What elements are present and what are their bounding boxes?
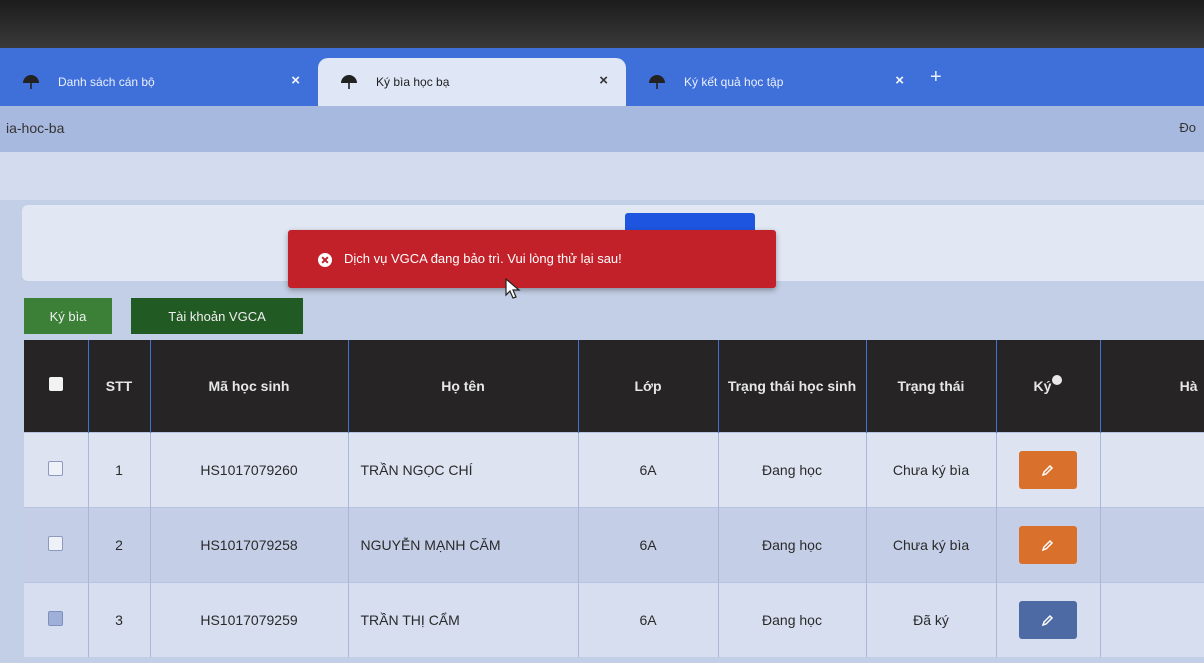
cell-stt: 2 bbox=[88, 507, 151, 583]
browser-tab-bar: Danh sách cán bộ × Ký bìa học bạ × Ký kế… bbox=[0, 48, 1204, 106]
address-bar[interactable]: ia-hoc-ba Đo bbox=[0, 106, 1204, 152]
cell-sign bbox=[996, 582, 1101, 657]
students-table: STT Mã học sinh Họ tên Lớp Trạng thái họ… bbox=[24, 340, 1204, 657]
row-checkbox[interactable] bbox=[48, 461, 64, 476]
table-header-row: STT Mã học sinh Họ tên Lớp Trạng thái họ… bbox=[24, 340, 1204, 433]
row-checkbox[interactable] bbox=[48, 536, 64, 551]
tab-ky-ket-qua-hoc-tap[interactable]: Ký kết quả học tập × bbox=[626, 58, 922, 106]
tab-label: Danh sách cán bộ bbox=[58, 75, 155, 89]
table-row: 2 HS1017079258 NGUYỄN MẠNH CĂM 6A Đang h… bbox=[24, 507, 1204, 583]
error-toast: Dịch vụ VGCA đang bảo trì. Vui lòng thử … bbox=[288, 230, 776, 288]
table-row: 3 HS1017079259 TRẦN THỊ CẨM 6A Đang học … bbox=[24, 582, 1204, 657]
cell-name: TRẦN THỊ CẨM bbox=[348, 582, 579, 657]
cell-student-status: Đang học bbox=[718, 507, 867, 583]
cell-status: Chưa ký bìa bbox=[866, 432, 997, 508]
header-class: Lớp bbox=[578, 340, 719, 433]
monitor-bezel bbox=[0, 0, 1204, 48]
cell-status: Đã ký bbox=[866, 582, 997, 657]
info-icon[interactable] bbox=[1052, 375, 1063, 386]
cell-class: 6A bbox=[578, 507, 719, 583]
cell-sign bbox=[996, 432, 1101, 508]
tab-label: Ký bìa học bạ bbox=[376, 75, 450, 89]
header-sign-label: Ký bbox=[1033, 378, 1052, 394]
header-student-status: Trạng thái học sinh bbox=[718, 340, 867, 433]
mouse-cursor-icon bbox=[505, 278, 521, 299]
cell-stt: 3 bbox=[88, 582, 151, 657]
cell-student-status: Đang học bbox=[718, 582, 867, 657]
cell-stt: 1 bbox=[88, 432, 151, 508]
tab-ky-bia-hoc-ba[interactable]: Ký bìa học bạ × bbox=[318, 58, 626, 106]
cell-sign bbox=[996, 507, 1101, 583]
row-checkbox[interactable] bbox=[48, 611, 64, 626]
cell-extra bbox=[1100, 582, 1204, 657]
sign-button[interactable] bbox=[1019, 451, 1077, 489]
row-select-cell bbox=[24, 582, 89, 657]
tab-close-icon[interactable]: × bbox=[291, 72, 300, 89]
cell-extra bbox=[1100, 507, 1204, 583]
cell-class: 6A bbox=[578, 582, 719, 657]
header-status: Trạng thái bbox=[866, 340, 997, 433]
sign-button[interactable] bbox=[1019, 526, 1077, 564]
cell-name: NGUYỄN MẠNH CĂM bbox=[348, 507, 579, 583]
header-sign: Ký bbox=[996, 340, 1101, 433]
new-tab-button[interactable]: + bbox=[930, 66, 942, 89]
cell-student-id: HS1017079259 bbox=[150, 582, 349, 657]
umbrella-icon bbox=[649, 75, 665, 89]
umbrella-icon bbox=[23, 75, 39, 89]
row-select-cell bbox=[24, 432, 89, 508]
url-text: ia-hoc-ba bbox=[6, 120, 65, 136]
cell-student-id: HS1017079258 bbox=[150, 507, 349, 583]
header-extra: Hà bbox=[1100, 340, 1204, 433]
vgca-account-button[interactable]: Tài khoản VGCA bbox=[131, 298, 303, 334]
header-student-id: Mã học sinh bbox=[150, 340, 349, 433]
tab-danh-sach-can-bo[interactable]: Danh sách cán bộ × bbox=[0, 58, 318, 106]
cell-extra bbox=[1100, 432, 1204, 508]
cell-name: TRẦN NGỌC CHÍ bbox=[348, 432, 579, 508]
select-all-header bbox=[24, 340, 89, 433]
tab-close-icon[interactable]: × bbox=[895, 72, 904, 89]
pen-icon bbox=[1041, 539, 1054, 552]
cell-status: Chưa ký bìa bbox=[866, 507, 997, 583]
table-row: 1 HS1017079260 TRẦN NGỌC CHÍ 6A Đang học… bbox=[24, 432, 1204, 508]
tab-close-icon[interactable]: × bbox=[599, 72, 608, 89]
header-stt: STT bbox=[88, 340, 151, 433]
pen-icon bbox=[1041, 614, 1054, 627]
page-header-strip bbox=[0, 152, 1204, 200]
sign-button[interactable] bbox=[1019, 601, 1077, 639]
select-all-checkbox[interactable] bbox=[48, 377, 63, 391]
pen-icon bbox=[1041, 464, 1054, 477]
umbrella-icon bbox=[341, 75, 357, 89]
row-select-cell bbox=[24, 507, 89, 583]
toolbar-extension[interactable]: Đo bbox=[1179, 120, 1196, 135]
cell-student-status: Đang học bbox=[718, 432, 867, 508]
close-circle-icon bbox=[318, 253, 332, 267]
toast-message: Dịch vụ VGCA đang bảo trì. Vui lòng thử … bbox=[344, 251, 622, 266]
tab-label: Ký kết quả học tập bbox=[684, 75, 784, 89]
cell-student-id: HS1017079260 bbox=[150, 432, 349, 508]
sign-cover-button[interactable]: Ký bìa bbox=[24, 298, 112, 334]
cell-class: 6A bbox=[578, 432, 719, 508]
header-name: Họ tên bbox=[348, 340, 579, 433]
